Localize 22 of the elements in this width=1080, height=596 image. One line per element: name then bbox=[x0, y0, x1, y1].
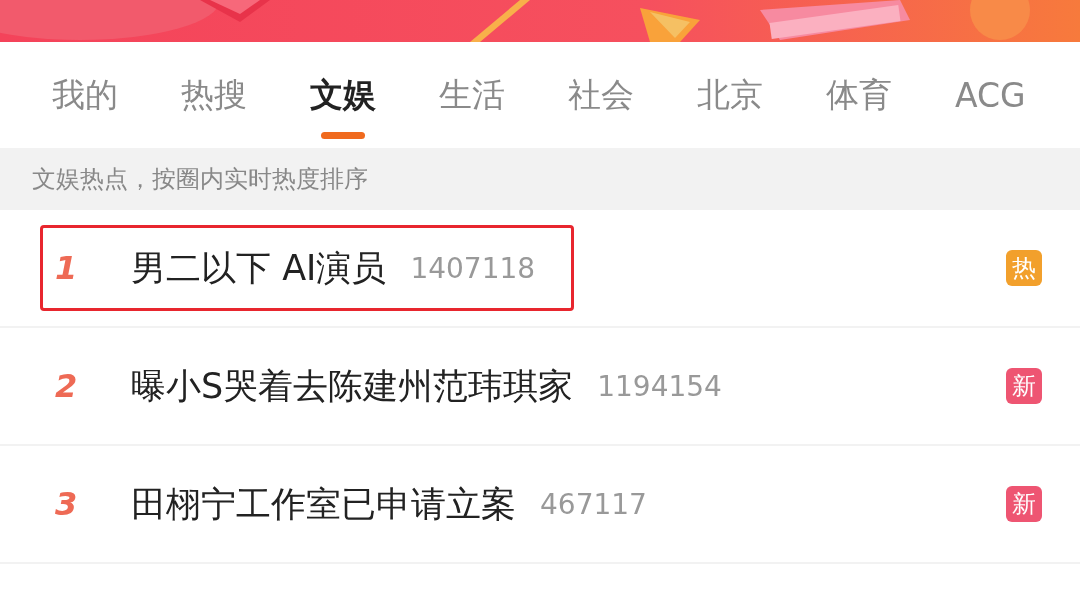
rank-number: 2 bbox=[54, 367, 79, 405]
topic-badge: 新 bbox=[1006, 486, 1042, 522]
tab[interactable]: 文娱 bbox=[292, 42, 394, 148]
topic-link[interactable]: 男二以下 AI演员 bbox=[131, 244, 387, 292]
tab[interactable]: 我的 bbox=[34, 42, 136, 148]
tab[interactable]: 社会 bbox=[550, 42, 652, 148]
rank-number: 1 bbox=[54, 249, 79, 287]
section-caption: 文娱热点，按圈内实时热度排序 bbox=[32, 164, 368, 195]
tab-indicator bbox=[321, 132, 365, 139]
heat-count: 1407118 bbox=[410, 251, 536, 285]
tab[interactable]: 体育 bbox=[808, 42, 910, 148]
topic-link[interactable]: 田栩宁工作室已申请立案 bbox=[131, 480, 516, 528]
tab[interactable]: 生活 bbox=[421, 42, 523, 148]
topic-badge: 新 bbox=[1006, 368, 1042, 404]
topic-link[interactable]: 曝小S哭着去陈建州范玮琪家 bbox=[131, 362, 574, 410]
tab[interactable]: ACG bbox=[937, 42, 1044, 148]
tab[interactable]: 北京 bbox=[679, 42, 781, 148]
heat-count: 1194154 bbox=[597, 369, 722, 403]
rank-number: 3 bbox=[54, 485, 79, 523]
topic-badge: 热 bbox=[1006, 250, 1042, 286]
tab[interactable]: 热搜 bbox=[163, 42, 265, 148]
heat-count: 467117 bbox=[540, 487, 647, 521]
